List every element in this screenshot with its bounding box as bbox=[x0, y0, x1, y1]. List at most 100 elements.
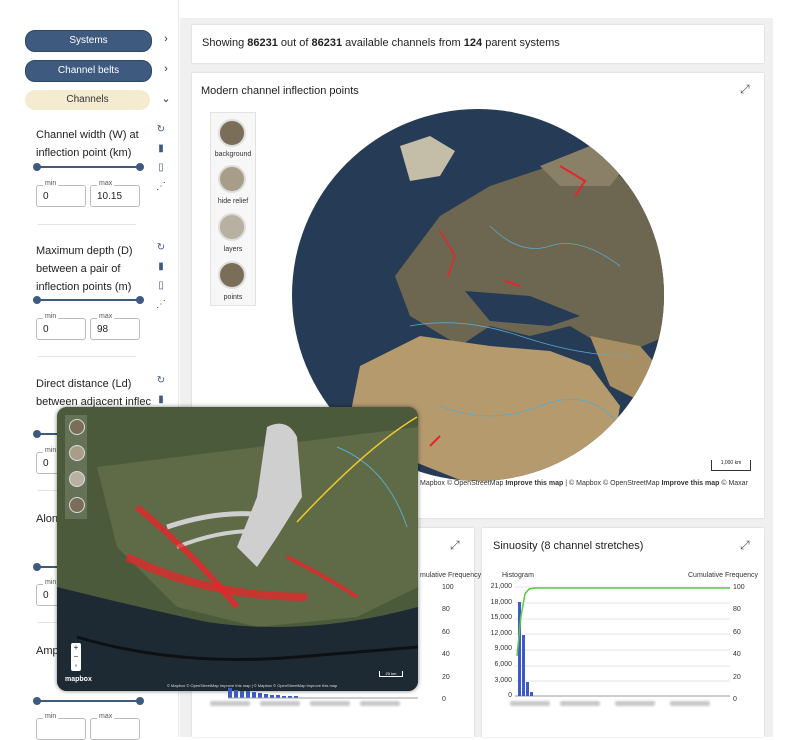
inset-scale-bar: 20 km bbox=[379, 671, 403, 677]
slider-min-handle[interactable] bbox=[33, 697, 41, 705]
nav-systems-button[interactable]: Systems bbox=[25, 30, 152, 52]
delete-icon[interactable]: ▯ bbox=[155, 162, 167, 174]
x-tick-labels bbox=[615, 701, 655, 706]
filter-icons: ↻ ▮ ▯ ⋰ bbox=[155, 124, 169, 200]
bar-chart-icon[interactable]: ▮ bbox=[155, 143, 167, 155]
legend-histogram: Histogram bbox=[502, 572, 534, 579]
x-tick-labels bbox=[260, 701, 300, 706]
tool-label: background bbox=[214, 151, 252, 158]
scatter-icon[interactable]: ⋰ bbox=[155, 181, 167, 193]
divider bbox=[38, 224, 136, 225]
axis-tick-label: 60 bbox=[442, 628, 450, 636]
slider-max-handle[interactable] bbox=[136, 697, 144, 705]
map-attribution: Mapbox © OpenStreetMap Improve this map … bbox=[420, 480, 748, 487]
width-range-slider[interactable] bbox=[33, 163, 144, 171]
slider-min-handle[interactable] bbox=[33, 296, 41, 304]
expand-icon[interactable]: ⤢ bbox=[740, 538, 750, 553]
axis-tick-label: 80 bbox=[733, 606, 741, 614]
histogram-bar bbox=[530, 692, 533, 696]
axis-tick-label: 9,000 bbox=[494, 645, 512, 653]
layers-icon[interactable] bbox=[218, 213, 246, 241]
background-icon[interactable] bbox=[218, 119, 246, 147]
status-text: Showing 86231 out of 86231 available cha… bbox=[202, 37, 560, 49]
axis-tick-label: 40 bbox=[442, 651, 450, 659]
left-histogram-bars bbox=[228, 688, 418, 699]
filter-label-direct-distance: Direct distance (Ld) between adjacent in… bbox=[36, 378, 151, 408]
axis-tick-label: 100 bbox=[733, 584, 745, 591]
depth-range-slider[interactable] bbox=[33, 296, 144, 304]
axis-tick-label: 0 bbox=[442, 696, 446, 703]
axis-tick-label: 0 bbox=[733, 696, 737, 703]
filter-icons: ↻ ▮ ▯ ⋰ bbox=[155, 242, 169, 318]
reset-icon[interactable]: ↻ bbox=[155, 375, 167, 387]
axis-tick-label: 3,000 bbox=[494, 676, 512, 684]
x-tick-labels bbox=[360, 701, 400, 706]
axis-tick-label: 60 bbox=[733, 628, 741, 636]
axis-tick-label: 20 bbox=[442, 673, 450, 681]
reset-icon[interactable]: ↻ bbox=[155, 242, 167, 254]
chevron-right-icon[interactable]: › bbox=[160, 63, 172, 75]
x-tick-labels bbox=[560, 701, 600, 706]
width-max-input[interactable]: max 10.15 bbox=[90, 180, 140, 207]
nav-channels-button[interactable]: Channels bbox=[25, 90, 150, 110]
amplitude-slider[interactable] bbox=[33, 697, 144, 705]
zoom-controls[interactable]: + − ◦ bbox=[71, 643, 81, 671]
sinuosity-title: Sinuosity (8 channel stretches) bbox=[493, 540, 644, 552]
x-tick-labels bbox=[310, 701, 350, 706]
slider-min-handle[interactable] bbox=[33, 563, 41, 571]
axis-tick-label: 6,000 bbox=[494, 661, 512, 668]
tool-label: layers bbox=[223, 246, 243, 253]
map-tools-panel: background hide relief layers points bbox=[210, 112, 256, 306]
slider-max-handle[interactable] bbox=[136, 163, 144, 171]
legend-cumulative: Cumulative Frequency bbox=[688, 572, 759, 579]
delete-icon[interactable]: ▯ bbox=[155, 280, 167, 292]
axis-tick-label: 40 bbox=[733, 651, 741, 659]
legend-cumulative: mulative Frequency bbox=[420, 572, 482, 579]
reset-icon[interactable]: ↻ bbox=[155, 124, 167, 136]
axis-tick-label: 18,000 bbox=[490, 598, 512, 606]
inset-map-overlay[interactable]: + − ◦ mapbox 20 km © Mapbox © OpenStreetMa… bbox=[57, 407, 418, 691]
sinuosity-chart bbox=[515, 586, 730, 697]
histogram-bar bbox=[522, 635, 525, 696]
points-icon[interactable] bbox=[69, 497, 85, 513]
hide-relief-icon[interactable] bbox=[218, 165, 246, 193]
axis-tick-label: 15,000 bbox=[490, 614, 512, 622]
x-tick-labels bbox=[510, 701, 550, 706]
width-min-input[interactable]: min 0 bbox=[36, 180, 86, 207]
points-icon[interactable] bbox=[218, 261, 246, 289]
background-icon[interactable] bbox=[69, 419, 85, 435]
scale-bar: 1,000 km bbox=[711, 460, 751, 471]
tool-label: hide relief bbox=[217, 198, 249, 205]
filter-label-width: Channel width (W) at inflection point (k… bbox=[36, 129, 139, 159]
filter-label-depth: Maximum depth (D) between a pair of infl… bbox=[36, 245, 133, 293]
bar-chart-icon[interactable]: ▮ bbox=[155, 261, 167, 273]
scatter-icon[interactable]: ⋰ bbox=[155, 299, 167, 311]
map-title: Modern channel inflection points bbox=[201, 85, 359, 97]
axis-tick-label: 0 bbox=[508, 692, 512, 700]
chevron-right-icon[interactable]: › bbox=[160, 33, 172, 45]
bar-chart-icon[interactable]: ▮ bbox=[155, 394, 167, 406]
depth-min-input[interactable]: min 0 bbox=[36, 313, 86, 340]
depth-max-input[interactable]: max 98 bbox=[90, 313, 140, 340]
chevron-down-icon[interactable]: ⌄ bbox=[160, 92, 172, 105]
expand-icon[interactable]: ⤢ bbox=[740, 82, 750, 97]
gridlines bbox=[515, 586, 730, 697]
axis-tick-label: 21,000 bbox=[490, 583, 512, 590]
hide-relief-icon[interactable] bbox=[69, 445, 85, 461]
x-tick-labels bbox=[670, 701, 710, 706]
layers-icon[interactable] bbox=[69, 471, 85, 487]
axis-tick-label: 80 bbox=[442, 606, 450, 614]
slider-min-handle[interactable] bbox=[33, 430, 41, 438]
mapbox-logo: mapbox bbox=[65, 676, 92, 683]
axis-tick-label: 12,000 bbox=[490, 629, 512, 637]
histogram-bar bbox=[526, 682, 529, 696]
divider bbox=[38, 356, 136, 357]
slider-min-handle[interactable] bbox=[33, 163, 41, 171]
inset-tools-panel bbox=[65, 415, 87, 519]
nav-channel-belts-button[interactable]: Channel belts bbox=[25, 60, 152, 82]
axis-tick-label: 20 bbox=[733, 673, 741, 681]
expand-icon[interactable]: ⤢ bbox=[450, 538, 460, 553]
tool-label: points bbox=[223, 294, 243, 301]
status-card: Showing 86231 out of 86231 available cha… bbox=[192, 25, 764, 63]
slider-max-handle[interactable] bbox=[136, 296, 144, 304]
